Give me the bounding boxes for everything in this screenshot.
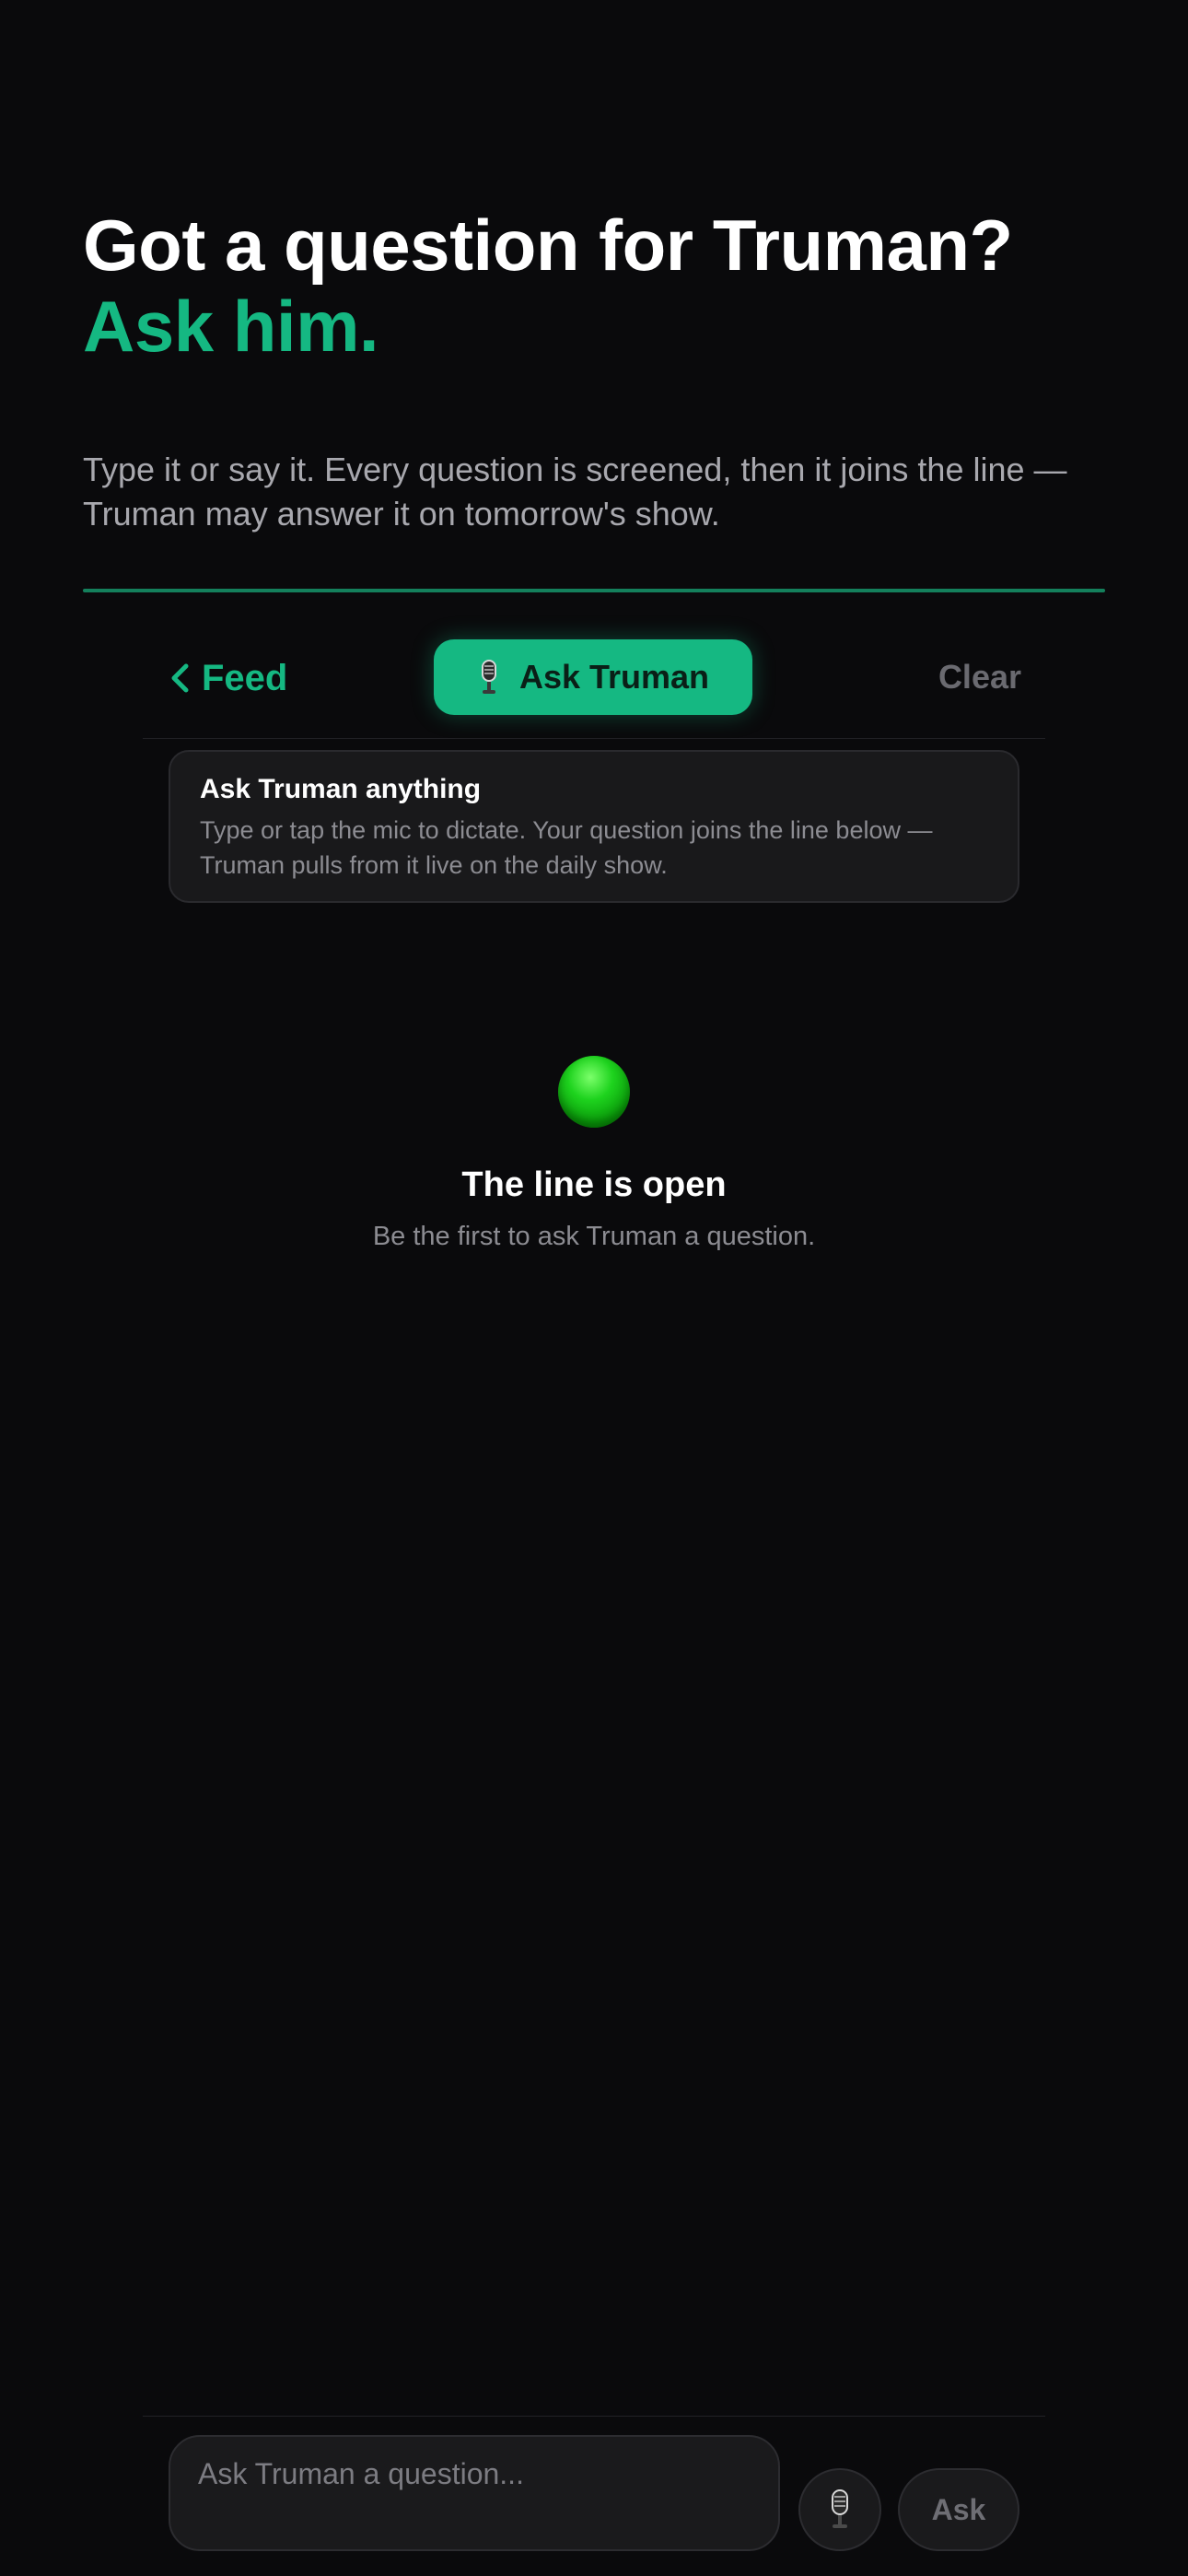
toolbar: Feed Ask Truman Clear (143, 626, 1045, 739)
info-card-title: Ask Truman anything (200, 774, 482, 804)
back-button-label: Feed (202, 657, 288, 698)
info-card: Ask Truman anything Type or tap the mic … (169, 750, 1019, 903)
info-card-body: Type or tap the mic to dictate. Your que… (200, 816, 933, 879)
green-circle-icon (558, 1056, 630, 1128)
hero-accent-text: Ask him. (83, 286, 379, 367)
empty-state: The line is open Be the first to ask Tru… (0, 1056, 1188, 1255)
composer: Ask (143, 2416, 1045, 2576)
ask-submit-button[interactable]: Ask (898, 2468, 1019, 2551)
tab-ask-truman-label: Ask Truman (518, 658, 710, 696)
back-to-feed-button[interactable]: Feed (169, 652, 287, 704)
empty-state-subtitle: Be the first to ask Truman a question. (372, 1222, 816, 1251)
ask-truman-page: Got a question for Truman? Ask him. Type… (0, 0, 1188, 2576)
chevron-left-icon (171, 663, 189, 693)
page-title: Got a question for Truman? Ask him. (83, 205, 1105, 367)
hero: Got a question for Truman? Ask him. Type… (83, 205, 1105, 536)
question-input[interactable] (169, 2435, 780, 2551)
microphone-icon (481, 660, 496, 694)
microphone-icon (832, 2489, 848, 2528)
dictate-button[interactable] (798, 2468, 881, 2551)
hero-subtitle: Type it or say it. Every question is scr… (83, 451, 1067, 533)
accent-divider (83, 589, 1105, 592)
tab-ask-truman[interactable]: Ask Truman (434, 639, 752, 715)
hero-title-text: Got a question for Truman? (83, 205, 1013, 286)
clear-button[interactable]: Clear (938, 658, 1021, 697)
empty-state-title: The line is open (461, 1165, 727, 1204)
